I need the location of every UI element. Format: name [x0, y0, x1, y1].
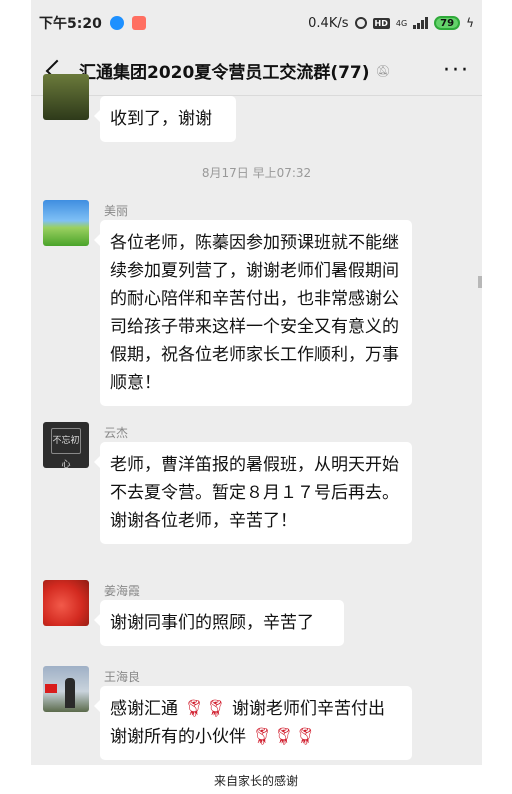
status-time: 下午5:20 [39, 16, 102, 32]
timestamp: 8月17日 早上07:32 [201, 166, 312, 180]
status-bar: 下午5:20 0.4K/s HD 4G 79 ϟ [31, 0, 482, 46]
chat-header: 汇通集团2020夏令营员工交流群(77) 🔕︎ ··· [31, 46, 482, 96]
sender-name: 美丽 [104, 204, 129, 218]
network-type: 4G [395, 18, 408, 28]
sender-name: 王海良 [104, 670, 141, 684]
app-notification-icon [131, 16, 146, 30]
message-text: 谢谢同事们的照顾，辛苦了 [110, 613, 314, 633]
rose-icon: 🌹︎ [273, 727, 295, 747]
more-icon[interactable]: ··· [443, 58, 474, 83]
message-text-part1: 感谢汇通 [110, 699, 178, 719]
mute-bell-icon: 🔕︎ [375, 63, 391, 78]
message-text: 各位老师，陈蓁因参加预课班就不能继续参加夏列营了，谢谢老师们暑假期间的耐心陪伴和… [110, 233, 399, 393]
avatar[interactable] [43, 74, 89, 120]
rose-icon: 🌹︎ [294, 727, 317, 747]
avatar[interactable] [43, 666, 89, 712]
alarm-icon [354, 17, 367, 29]
message-text: 老师，曹洋笛报的暑假班，从明天开始不去夏令营。暂定８月１７号后再去。谢谢各位老师… [110, 455, 399, 531]
avatar[interactable] [43, 200, 89, 246]
flag-icon [45, 684, 57, 693]
message-bubble[interactable]: 各位老师，陈蓁因参加预课班就不能继续参加夏列营了，谢谢老师们暑假期间的耐心陪伴和… [94, 220, 412, 406]
signal-icon [413, 17, 429, 29]
phone-screen: 下午5:20 0.4K/s HD 4G 79 ϟ 汇通集团2020夏令营员工交流… [31, 0, 482, 765]
avatar[interactable]: 不忘初心 [43, 422, 89, 468]
person-figure [65, 678, 75, 708]
message-bubble[interactable]: 收到了，谢谢 [94, 96, 236, 142]
hd-icon: HD [372, 17, 390, 29]
avatar[interactable] [43, 580, 89, 626]
rose-icon: 🌹︎ [183, 699, 205, 719]
avatar-text: 不忘初心 [51, 428, 81, 468]
rose-icon: 🌹︎ [251, 727, 273, 747]
network-speed: 0.4K/s [308, 15, 349, 31]
message-text: 收到了，谢谢 [110, 109, 212, 129]
message-bubble[interactable]: 感谢汇通 🌹︎🌹︎ 谢谢老师们辛苦付出 谢谢所有的小伙伴 🌹︎🌹︎🌹︎ [94, 686, 412, 760]
sender-name: 云杰 [104, 426, 129, 440]
rose-icon: 🌹︎ [205, 699, 227, 719]
chat-title: 汇通集团2020夏令营员工交流群(77) [79, 63, 370, 83]
image-caption: 来自家长的感谢 [213, 774, 298, 788]
battery-icon: 79 [434, 16, 461, 30]
message-list[interactable]: 收到了，谢谢 8月17日 早上07:32 美丽 各位老师，陈蓁因参加预课班就不能… [31, 74, 482, 765]
qq-icon [109, 16, 124, 30]
sender-name: 姜海霞 [104, 584, 141, 598]
scrollbar[interactable] [478, 276, 482, 288]
message-bubble[interactable]: 老师，曹洋笛报的暑假班，从明天开始不去夏令营。暂定８月１７号后再去。谢谢各位老师… [94, 442, 412, 544]
charging-icon: ϟ [466, 16, 474, 30]
message-bubble[interactable]: 谢谢同事们的照顾，辛苦了 [94, 600, 344, 646]
